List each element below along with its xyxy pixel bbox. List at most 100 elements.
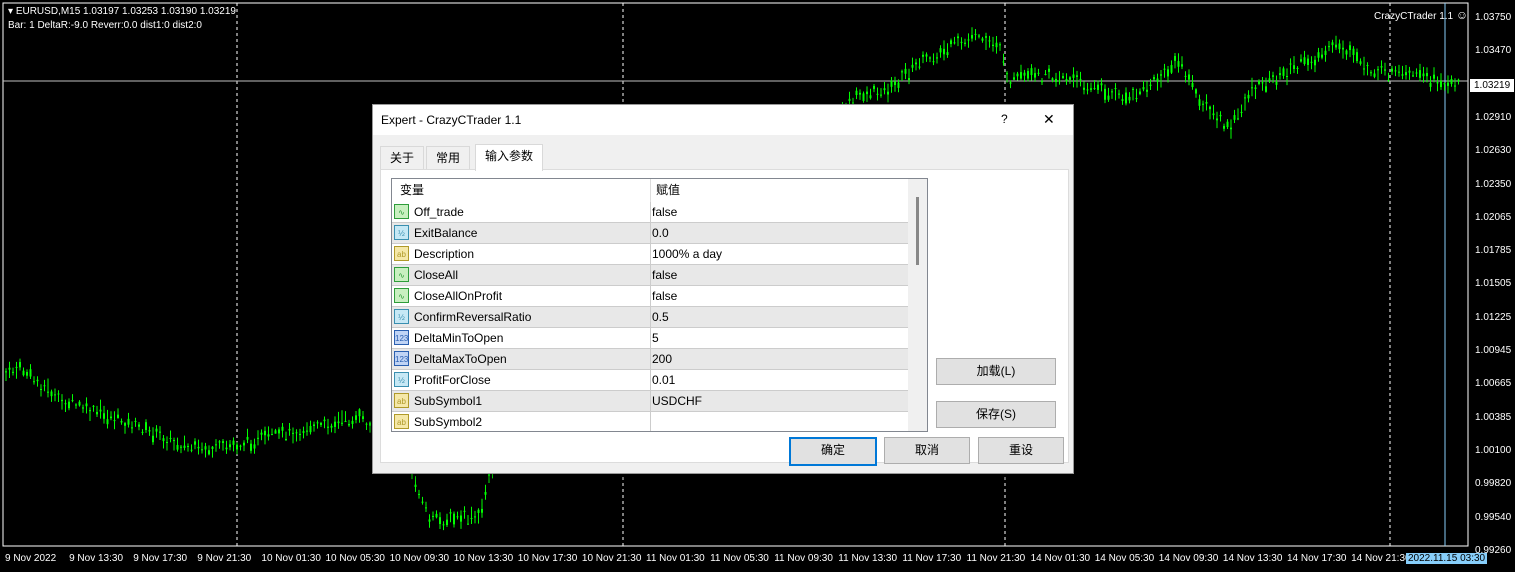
candle-body <box>894 81 896 86</box>
candle-body <box>1443 83 1446 85</box>
candle-body <box>1230 127 1232 130</box>
candle-body <box>435 513 438 518</box>
scrollbar-thumb[interactable] <box>916 197 919 265</box>
price-label: 1.03470 <box>1475 45 1512 57</box>
expert-label: CrazyCTrader 1.1 ☺ <box>1374 8 1469 22</box>
param-row[interactable]: ½ ExitBalance 0.0 <box>392 223 908 244</box>
param-value[interactable]: false <box>652 202 677 222</box>
candle-body <box>1342 47 1344 50</box>
candle-body <box>148 430 151 432</box>
candle-body <box>141 431 144 433</box>
param-row[interactable]: ab Description 1000% a day <box>392 244 908 265</box>
candle-body <box>1384 69 1386 71</box>
param-value[interactable]: false <box>652 265 677 285</box>
candle-body <box>449 512 452 514</box>
indicator-info: Bar: 1 DeltaR:-9.0 Reverr:0.0 dist1:0 di… <box>8 20 202 31</box>
param-row[interactable]: ab SubSymbol2 <box>392 412 908 431</box>
candle-body <box>1191 83 1194 88</box>
price-label: 1.02350 <box>1475 178 1512 190</box>
dialog-title-bar[interactable]: Expert - CrazyCTrader 1.1 ? ✕ <box>373 105 1073 135</box>
candle-body <box>995 42 998 48</box>
scrollbar[interactable] <box>908 179 927 431</box>
param-value[interactable]: 0.01 <box>652 370 675 390</box>
column-variable[interactable]: 变量 <box>400 179 424 202</box>
help-button[interactable]: ? <box>1001 112 1008 126</box>
candle-body <box>1335 44 1337 48</box>
string-type-icon: ab <box>394 246 409 261</box>
candle-body <box>232 440 235 445</box>
bool-type-icon: ∿ <box>394 288 409 303</box>
candle-body <box>456 516 459 518</box>
tab-common[interactable]: 常用 <box>426 146 471 170</box>
candle-body <box>1226 121 1229 128</box>
ok-button[interactable]: 确定 <box>789 437 877 466</box>
time-label: 14 Nov 05:30 <box>1094 553 1155 564</box>
candle-body <box>369 422 371 426</box>
candle-body <box>467 523 469 525</box>
candle-body <box>271 434 273 436</box>
candle-body <box>869 95 872 99</box>
candle-body <box>47 391 49 393</box>
candle-body <box>236 444 238 450</box>
load-button[interactable]: 加载(L) <box>936 358 1056 385</box>
candle-body <box>1223 125 1225 129</box>
param-value[interactable]: false <box>652 286 677 306</box>
candle-body <box>901 71 903 73</box>
candle-body <box>152 435 154 443</box>
param-value[interactable]: USDCHF <box>652 391 702 411</box>
param-row[interactable]: 123 DeltaMaxToOpen 200 <box>392 349 908 370</box>
candle-body <box>1237 118 1239 120</box>
candle-body <box>1303 57 1306 65</box>
candle-body <box>1352 48 1355 55</box>
param-row[interactable]: ∿ CloseAllOnProfit false <box>392 286 908 307</box>
candle-body <box>155 428 158 432</box>
candle-body <box>418 493 420 495</box>
param-value[interactable]: 0.0 <box>652 223 669 243</box>
tab-inputs[interactable]: 输入参数 <box>475 144 544 171</box>
time-label: 10 Nov 17:30 <box>517 553 578 564</box>
candle-body <box>1289 63 1292 65</box>
candle-body <box>1198 99 1201 106</box>
candle-body <box>925 54 928 57</box>
candle-body <box>1412 75 1414 77</box>
candle-body <box>211 446 214 449</box>
param-row[interactable]: ½ ConfirmReversalRatio 0.5 <box>392 307 908 328</box>
param-row[interactable]: 123 DeltaMinToOpen 5 <box>392 328 908 349</box>
time-label: 9 Nov 2022 <box>5 553 57 564</box>
candle-body <box>229 444 231 448</box>
candle-body <box>1244 97 1246 99</box>
close-button[interactable]: ✕ <box>1043 111 1055 128</box>
tab-about[interactable]: 关于 <box>380 146 425 170</box>
candle-body <box>320 422 322 425</box>
candle-body <box>1380 66 1383 68</box>
save-button[interactable]: 保存(S) <box>936 401 1056 428</box>
candle-body <box>169 438 172 440</box>
reset-button[interactable]: 重设 <box>978 437 1064 464</box>
candle-body <box>950 40 952 45</box>
candle-body <box>1307 58 1309 65</box>
candle-body <box>257 437 259 439</box>
column-value[interactable]: 赋值 <box>650 179 680 202</box>
crosshair-time: 2022.11.15 03:30 <box>1406 553 1488 564</box>
candle-body <box>239 445 242 447</box>
param-row[interactable]: ½ ProfitForClose 0.01 <box>392 370 908 391</box>
candle-body <box>12 371 14 373</box>
param-value[interactable]: 200 <box>652 349 672 369</box>
param-value[interactable]: 5 <box>652 328 659 348</box>
candle-body <box>1282 68 1285 76</box>
param-row[interactable]: ∿ CloseAll false <box>392 265 908 286</box>
candle-body <box>1363 68 1365 70</box>
candle-body <box>1436 82 1439 84</box>
candle-body <box>201 449 203 451</box>
candle-body <box>1387 79 1390 81</box>
cancel-button[interactable]: 取消 <box>884 437 970 464</box>
candle-body <box>253 444 256 449</box>
param-row[interactable]: ab SubSymbol1 USDCHF <box>392 391 908 412</box>
param-value[interactable]: 1000% a day <box>652 244 722 264</box>
candle-body <box>61 399 63 402</box>
param-value[interactable]: 0.5 <box>652 307 669 327</box>
param-name: Off_trade <box>414 205 464 219</box>
param-row[interactable]: ∿ Off_trade false <box>392 202 908 223</box>
candle-body <box>323 419 326 422</box>
candle-body <box>1433 74 1435 79</box>
